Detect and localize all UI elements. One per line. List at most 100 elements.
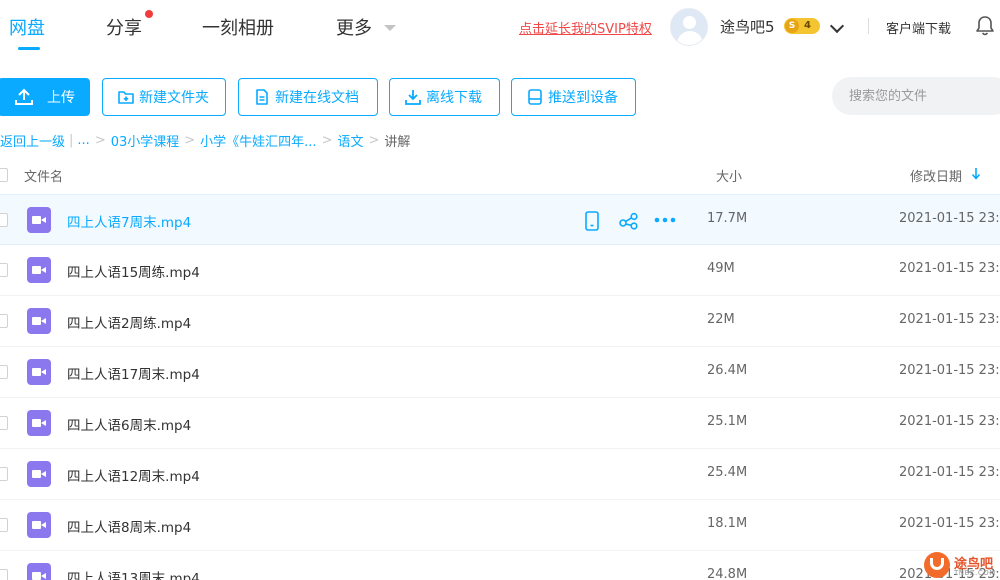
new-folder-label: 新建文件夹 — [139, 90, 209, 106]
file-name[interactable]: 四上人语17周末.mp4 — [67, 363, 200, 383]
file-size: 18.1M — [707, 516, 748, 531]
file-size: 25.4M — [707, 465, 748, 480]
breadcrumb-ellipsis[interactable]: ... — [77, 133, 89, 148]
file-date: 2021-01-15 23:2 — [899, 363, 1000, 378]
more-options-icon[interactable] — [654, 217, 676, 223]
video-file-icon — [27, 563, 51, 580]
file-size: 26.4M — [707, 363, 748, 378]
breadcrumb-back[interactable]: 返回上一级 — [0, 131, 65, 150]
push-to-device-label: 推送到设备 — [548, 90, 618, 106]
table-row[interactable]: 四上人语17周末.mp4 26.4M 2021-01-15 23:2 — [0, 347, 1000, 398]
row-checkbox[interactable] — [0, 569, 8, 580]
breadcrumb-item[interactable]: 小学《牛娃汇四年... — [200, 131, 316, 150]
row-checkbox[interactable] — [0, 314, 8, 328]
push-to-device-button[interactable]: 推送到设备 — [511, 78, 636, 116]
client-download-link[interactable]: 客户端下载 — [886, 18, 951, 37]
tab-share[interactable]: 分享 — [106, 14, 142, 40]
column-header-date[interactable]: 修改日期 — [910, 166, 962, 185]
chevron-down-icon[interactable] — [829, 18, 845, 34]
sort-desc-icon[interactable] — [971, 167, 981, 181]
device-icon — [528, 89, 542, 105]
tab-netdisk[interactable]: 网盘 — [9, 14, 45, 40]
offline-download-button[interactable]: 离线下载 — [389, 78, 500, 116]
table-row[interactable]: 四上人语2周练.mp4 22M 2021-01-15 23:2 — [0, 296, 1000, 347]
watermark-domain: TNBZ.COM — [954, 569, 996, 577]
tab-more[interactable]: 更多 — [336, 14, 372, 40]
folder-plus-icon — [118, 91, 134, 104]
top-nav: 网盘 分享 一刻相册 更多 点击延长我的SVIP特权 途鸟吧5 S 4 客户端下… — [0, 0, 1000, 56]
svip-extend-link[interactable]: 点击延长我的SVIP特权 — [519, 18, 652, 37]
search-input[interactable] — [832, 77, 1000, 115]
svip-coin-icon: S — [785, 19, 799, 33]
file-name[interactable]: 四上人语13周末.mp4 — [67, 567, 200, 580]
breadcrumb-separator: > — [321, 133, 333, 148]
tab-album[interactable]: 一刻相册 — [202, 14, 274, 40]
share-icon[interactable] — [619, 212, 639, 230]
row-checkbox[interactable] — [0, 365, 8, 379]
upload-button[interactable]: 上传 — [0, 78, 90, 116]
breadcrumb-separator: > — [368, 133, 380, 148]
file-name[interactable]: 四上人语15周练.mp4 — [67, 261, 200, 281]
new-online-doc-button[interactable]: 新建在线文档 — [238, 78, 378, 116]
table-row[interactable]: 四上人语15周练.mp4 49M 2021-01-15 23:2 — [0, 245, 1000, 296]
file-name[interactable]: 四上人语7周末.mp4 — [67, 211, 191, 231]
notification-dot — [145, 10, 153, 18]
row-checkbox[interactable] — [0, 416, 8, 430]
file-date: 2021-01-15 23:2 — [899, 211, 1000, 226]
file-size: 49M — [707, 261, 735, 276]
file-name[interactable]: 四上人语2周练.mp4 — [67, 312, 191, 332]
vip-level: 4 — [804, 20, 811, 31]
video-file-icon — [27, 461, 51, 487]
row-checkbox[interactable] — [0, 213, 8, 227]
avatar[interactable] — [670, 8, 708, 46]
new-folder-button[interactable]: 新建文件夹 — [102, 78, 226, 116]
breadcrumb: 返回上一级 | ... > 03小学课程 > 小学《牛娃汇四年... > 语文 … — [0, 131, 410, 150]
video-file-icon — [27, 207, 51, 233]
username[interactable]: 途鸟吧5 — [720, 16, 775, 37]
row-checkbox[interactable] — [0, 467, 8, 481]
video-file-icon — [27, 359, 51, 385]
offline-download-label: 离线下载 — [426, 90, 482, 106]
file-name[interactable]: 四上人语12周末.mp4 — [67, 465, 200, 485]
watermark-logo-icon — [924, 552, 950, 578]
breadcrumb-separator: > — [94, 133, 106, 148]
avatar-body — [677, 31, 703, 45]
document-icon — [256, 89, 268, 105]
table-row[interactable]: 四上人语12周末.mp4 25.4M 2021-01-15 23:2 — [0, 449, 1000, 500]
file-size: 25.1M — [707, 414, 748, 429]
file-size: 17.7M — [707, 211, 748, 226]
table-row[interactable]: 四上人语6周末.mp4 25.1M 2021-01-15 23:2 — [0, 398, 1000, 449]
file-name[interactable]: 四上人语6周末.mp4 — [67, 414, 191, 434]
file-size: 22M — [707, 312, 735, 327]
breadcrumb-current: 讲解 — [384, 135, 411, 150]
select-all-checkbox[interactable] — [0, 168, 8, 182]
column-header-size[interactable]: 大小 — [716, 166, 742, 185]
table-row[interactable]: 四上人语13周末.mp4 24.8M 2021-01-15 23:2 — [0, 551, 1000, 580]
video-file-icon — [27, 257, 51, 283]
bell-icon[interactable] — [975, 15, 995, 37]
watermark: 途鸟吧 TNBZ.COM — [924, 550, 1000, 580]
video-file-icon — [27, 410, 51, 436]
file-date: 2021-01-15 23:2 — [899, 516, 1000, 531]
file-date: 2021-01-15 23:2 — [899, 465, 1000, 480]
file-name[interactable]: 四上人语8周末.mp4 — [67, 516, 191, 536]
upload-icon — [15, 88, 33, 105]
breadcrumb-bar: | — [69, 133, 74, 148]
row-checkbox[interactable] — [0, 263, 8, 277]
caret-down-icon[interactable] — [384, 25, 396, 31]
active-tab-indicator — [18, 47, 40, 50]
table-header: 文件名 大小 修改日期 — [0, 156, 1000, 194]
vip-badge[interactable]: S 4 — [784, 18, 820, 34]
phone-icon[interactable] — [584, 211, 600, 231]
row-checkbox[interactable] — [0, 518, 8, 532]
table-row[interactable]: 四上人语7周末.mp4 17.7M 2021-01-15 23:2 — [0, 194, 1000, 245]
upload-label: 上传 — [47, 90, 75, 106]
breadcrumb-item[interactable]: 03小学课程 — [111, 131, 180, 150]
download-icon — [405, 90, 421, 105]
table-row[interactable]: 四上人语8周末.mp4 18.1M 2021-01-15 23:2 — [0, 500, 1000, 551]
breadcrumb-separator: > — [184, 133, 196, 148]
column-header-name[interactable]: 文件名 — [24, 166, 63, 185]
file-date: 2021-01-15 23:2 — [899, 312, 1000, 327]
breadcrumb-item[interactable]: 语文 — [337, 131, 363, 150]
file-date: 2021-01-15 23:2 — [899, 261, 1000, 276]
